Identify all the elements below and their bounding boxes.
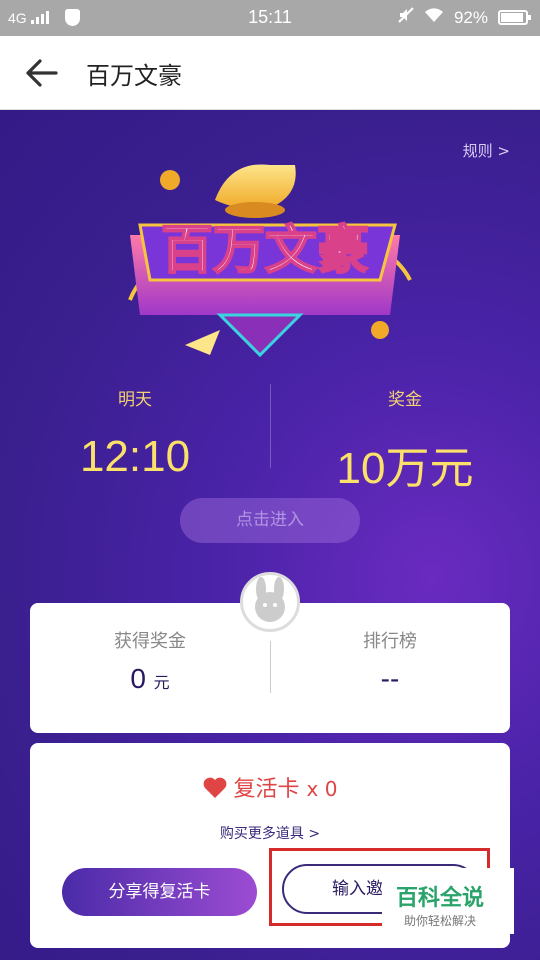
battery-icon [498, 10, 531, 25]
prize-block: 奖金 10万元 [270, 385, 540, 496]
arrow-left-icon [26, 59, 58, 87]
game-logo: 百万文豪 [128, 164, 412, 358]
rules-link[interactable]: 规则 > [463, 140, 510, 161]
main-area: 规则 > 百万文豪 明天 12:10 奖金 10万元 点击进入 获得奖金 0 元… [0, 110, 540, 960]
earned-unit: 元 [153, 675, 170, 692]
status-bar: 4G 15:11 92% [0, 0, 540, 36]
schedule-block: 明天 12:10 [0, 385, 270, 482]
watermark: 百科全说 助你轻松解决 [382, 868, 514, 934]
watermark-title: 百科全说 [396, 886, 485, 911]
heart-icon [203, 777, 226, 798]
nav-bar: 百万文豪 [0, 36, 540, 110]
rank-value: -- [380, 663, 400, 694]
revive-card-row: 复活卡 x 0 [30, 771, 510, 803]
revive-card-count: x 0 [306, 777, 338, 801]
revive-card-label: 复活卡 [233, 777, 300, 802]
logo-text: 百万文豪 [161, 221, 369, 281]
earned-label: 获得奖金 [114, 631, 186, 652]
avatar[interactable] [240, 572, 300, 632]
buy-more-link[interactable]: 购买更多道具 > [30, 823, 510, 843]
mute-icon [398, 7, 414, 28]
status-right: 92% [398, 7, 531, 28]
bunny-avatar-icon [255, 577, 285, 622]
rank-block[interactable]: 排行榜 -- [270, 627, 510, 695]
prize-label: 奖金 [388, 390, 422, 410]
earned-value: 0 元 [30, 663, 270, 695]
share-button[interactable]: 分享得复活卡 [62, 868, 257, 916]
rank-label: 排行榜 [363, 631, 417, 652]
enter-button[interactable]: 点击进入 [180, 498, 360, 543]
earned-amount: 0 [130, 663, 146, 694]
wifi-icon [424, 7, 444, 28]
battery-percent: 92% [453, 7, 488, 27]
page-title: 百万文豪 [86, 62, 182, 90]
schedule-time: 12:10 [79, 432, 191, 481]
earned-block: 获得奖金 0 元 [30, 627, 270, 695]
watermark-subtitle: 助你轻松解决 [404, 914, 477, 928]
back-button[interactable] [24, 56, 60, 90]
prize-amount: 10万元 [336, 444, 474, 493]
schedule-label: 明天 [118, 390, 152, 410]
